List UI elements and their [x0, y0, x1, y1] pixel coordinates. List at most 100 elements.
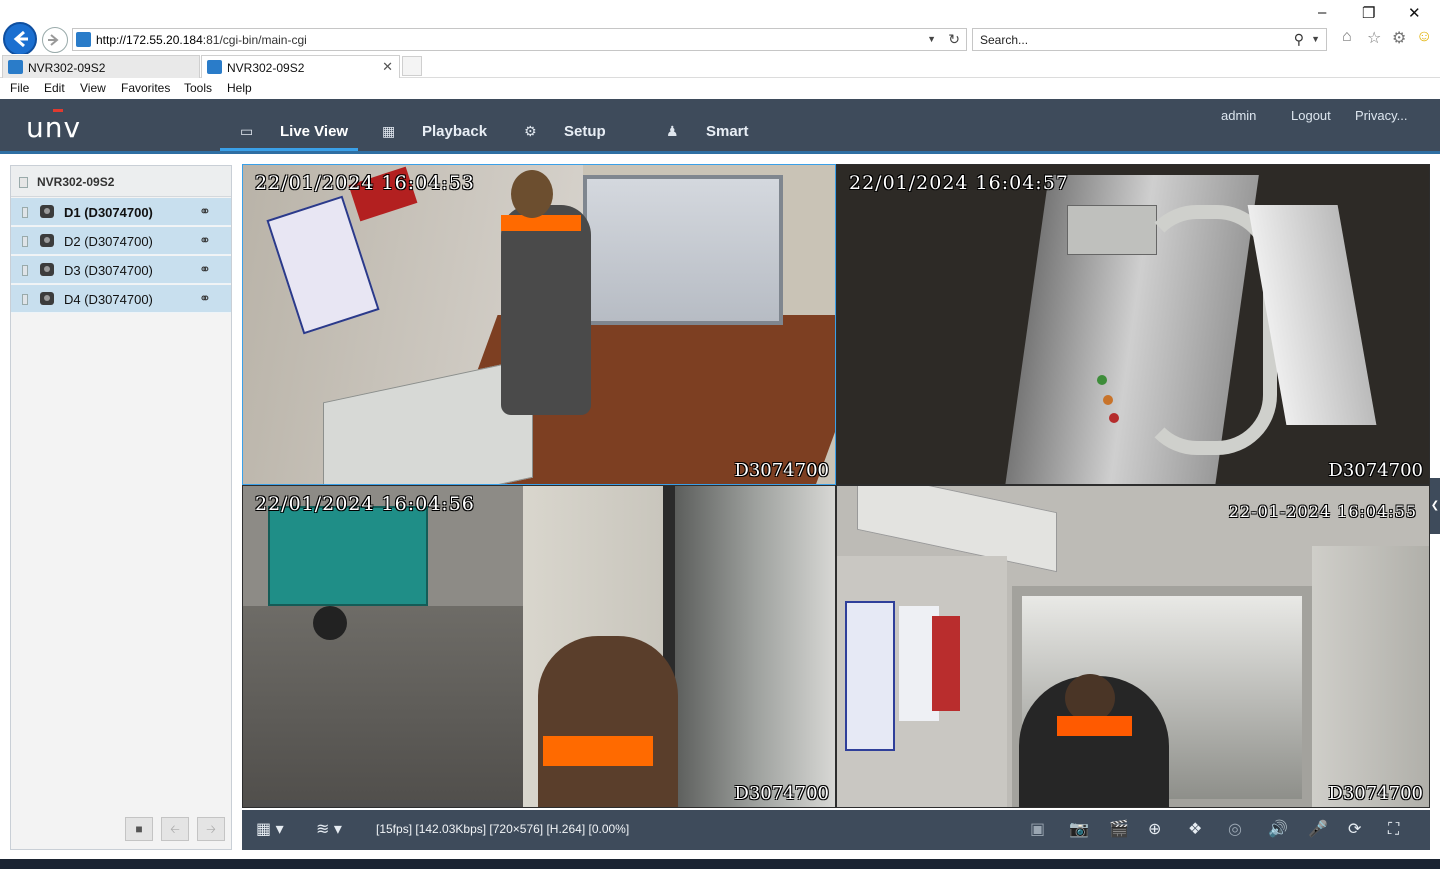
privacy-link[interactable]: Privacy... — [1355, 108, 1408, 123]
search-placeholder: Search... — [980, 33, 1029, 47]
osd-camera-name: D3074700 — [734, 783, 829, 804]
video-tile-1[interactable]: 22/01/2024 16:04:53 D3074700 — [242, 164, 836, 485]
channel-row-d3[interactable]: D3 (D3074700) ⚭ — [11, 256, 231, 284]
menu-file[interactable]: File — [10, 81, 29, 95]
refresh-icon[interactable]: ↻ — [948, 31, 960, 48]
close-window-button[interactable]: ✕ — [1408, 4, 1421, 22]
drag-handle-icon[interactable] — [22, 294, 28, 305]
search-dropdown-icon[interactable]: ▼ — [1311, 34, 1320, 44]
drag-handle-icon[interactable] — [22, 207, 28, 218]
menu-edit[interactable]: Edit — [44, 81, 65, 95]
scene-poster — [932, 616, 960, 711]
forward-arrow-icon — [48, 34, 59, 46]
browser-tab-2[interactable]: NVR302-09S2 ✕ — [201, 55, 400, 78]
search-icon[interactable]: ⚲ — [1294, 31, 1304, 48]
record-status-icon[interactable]: ⚭ — [199, 261, 211, 278]
nvr-device-icon — [19, 177, 28, 188]
browser-tab-1[interactable]: NVR302-09S2 — [2, 55, 200, 78]
scene-orange-scarf — [543, 736, 653, 766]
menu-view[interactable]: View — [80, 81, 106, 95]
osd-timestamp: 22/01/2024 16:04:57 — [849, 172, 1069, 194]
nav-live-view[interactable]: ▭ Live View — [220, 99, 358, 151]
sequence-icon[interactable]: ▣ — [1030, 810, 1045, 850]
nav-smart[interactable]: ♟ Smart — [646, 99, 776, 151]
gear-icon: ⚙ — [524, 123, 537, 139]
fisheye-icon[interactable]: ◎ — [1228, 810, 1242, 850]
film-icon: ▦ — [382, 123, 396, 139]
video-tile-3[interactable]: 22/01/2024 16:04:56 D3074700 — [242, 485, 836, 808]
drag-handle-icon[interactable] — [22, 236, 28, 247]
channel-row-d4[interactable]: D4 (D3074700) ⚭ — [11, 285, 231, 313]
snapshot-icon[interactable]: 📷 — [1069, 810, 1089, 850]
channel-label: D3 (D3074700) — [64, 263, 153, 278]
stop-all-button[interactable]: ■ — [125, 817, 153, 841]
scene-ground — [243, 606, 543, 807]
back-arrow-icon — [13, 30, 28, 48]
scene-head — [1065, 674, 1115, 722]
nav-setup[interactable]: ⚙ Setup — [504, 99, 634, 151]
menu-tools[interactable]: Tools — [184, 81, 212, 95]
scene-glass-door — [583, 175, 783, 325]
browser-menu-bar: File Edit View Favorites Tools Help — [0, 78, 1440, 99]
logo-accent-mark — [53, 109, 63, 112]
scene-indicator-lights — [1097, 375, 1157, 423]
back-button[interactable] — [3, 22, 37, 56]
camera-icon — [40, 263, 54, 276]
video-tile-4[interactable]: 22-01-2024 16:04:55 D3074700 — [836, 485, 1430, 808]
tab-close-icon[interactable]: ✕ — [382, 59, 393, 75]
channel-label: D2 (D3074700) — [64, 234, 153, 249]
channel-row-d1[interactable]: D1 (D3074700) ⚭ — [11, 198, 231, 226]
drag-handle-icon[interactable] — [22, 265, 28, 276]
record-clip-icon[interactable]: 🎬 — [1109, 810, 1129, 850]
favorites-star-icon[interactable]: ☆ — [1367, 28, 1381, 48]
osd-camera-name: D3074700 — [1328, 460, 1423, 481]
nav-label: Playback — [422, 123, 488, 140]
ptz-icon[interactable]: ❖ — [1188, 810, 1202, 850]
address-bar[interactable]: http://172.55.20.184:81/cgi-bin/main-cgi… — [72, 28, 967, 51]
layout-grid-icon[interactable]: ▦ ▾ — [256, 810, 284, 850]
record-status-icon[interactable]: ⚭ — [199, 290, 211, 307]
camera-icon — [40, 292, 54, 305]
volume-icon[interactable]: 🔊 — [1268, 810, 1288, 850]
camera-icon — [40, 205, 54, 218]
next-page-button[interactable]: 🡢 — [197, 817, 225, 841]
minimize-button[interactable]: – — [1318, 4, 1326, 21]
collapse-panel-handle[interactable]: ❮ — [1430, 478, 1440, 534]
scene-wheel — [313, 606, 347, 640]
channel-label: D4 (D3074700) — [64, 292, 153, 307]
3d-zoom-icon[interactable]: ⟳ — [1348, 810, 1361, 850]
gear-icon[interactable]: ⚙ — [1392, 28, 1406, 48]
fullscreen-icon[interactable]: ⛶ — [1388, 810, 1399, 850]
channel-row-d2[interactable]: D2 (D3074700) ⚭ — [11, 227, 231, 255]
device-root-node[interactable]: NVR302-09S2 — [11, 166, 231, 197]
forward-button[interactable] — [42, 27, 68, 53]
record-status-icon[interactable]: ⚭ — [199, 203, 211, 220]
live-view-grid: 22/01/2024 16:04:53 D3074700 22/01/2024 … — [242, 164, 1430, 808]
device-name: NVR302-09S2 — [37, 175, 115, 189]
nav-playback[interactable]: ▦ Playback — [362, 99, 502, 151]
video-tile-2[interactable]: 22/01/2024 16:04:57 D3074700 — [836, 164, 1430, 485]
scene-person — [538, 636, 678, 807]
stream-select-icon[interactable]: ≋ ▾ — [316, 810, 342, 850]
address-url: http://172.55.20.184:81/cgi-bin/main-cgi — [96, 33, 307, 47]
address-dropdown-icon[interactable]: ▼ — [927, 34, 936, 44]
home-icon[interactable]: ⌂ — [1342, 28, 1352, 46]
previous-page-button[interactable]: 🡠 — [161, 817, 189, 841]
smiley-feedback-icon[interactable]: ☺ — [1416, 28, 1432, 46]
menu-favorites[interactable]: Favorites — [121, 81, 170, 95]
browser-tab-strip: NVR302-09S2 NVR302-09S2 ✕ — [0, 54, 1440, 78]
osd-timestamp: 22/01/2024 16:04:56 — [255, 493, 475, 515]
osd-timestamp: 22/01/2024 16:04:53 — [255, 172, 475, 194]
menu-help[interactable]: Help — [227, 81, 252, 95]
channel-label: D1 (D3074700) — [64, 205, 153, 220]
digital-zoom-icon[interactable]: ⊕ — [1148, 810, 1161, 850]
search-input[interactable]: Search... ⚲ ▼ — [972, 28, 1327, 51]
talk-icon[interactable]: 🎤 — [1308, 810, 1328, 850]
scene-poster — [845, 601, 895, 751]
record-status-icon[interactable]: ⚭ — [199, 232, 211, 249]
restore-button[interactable]: ❐ — [1362, 4, 1375, 22]
nav-label: Setup — [564, 123, 606, 140]
scene-orange-scarf — [1057, 716, 1132, 736]
logout-link[interactable]: Logout — [1291, 108, 1331, 123]
new-tab-button[interactable] — [402, 56, 422, 76]
